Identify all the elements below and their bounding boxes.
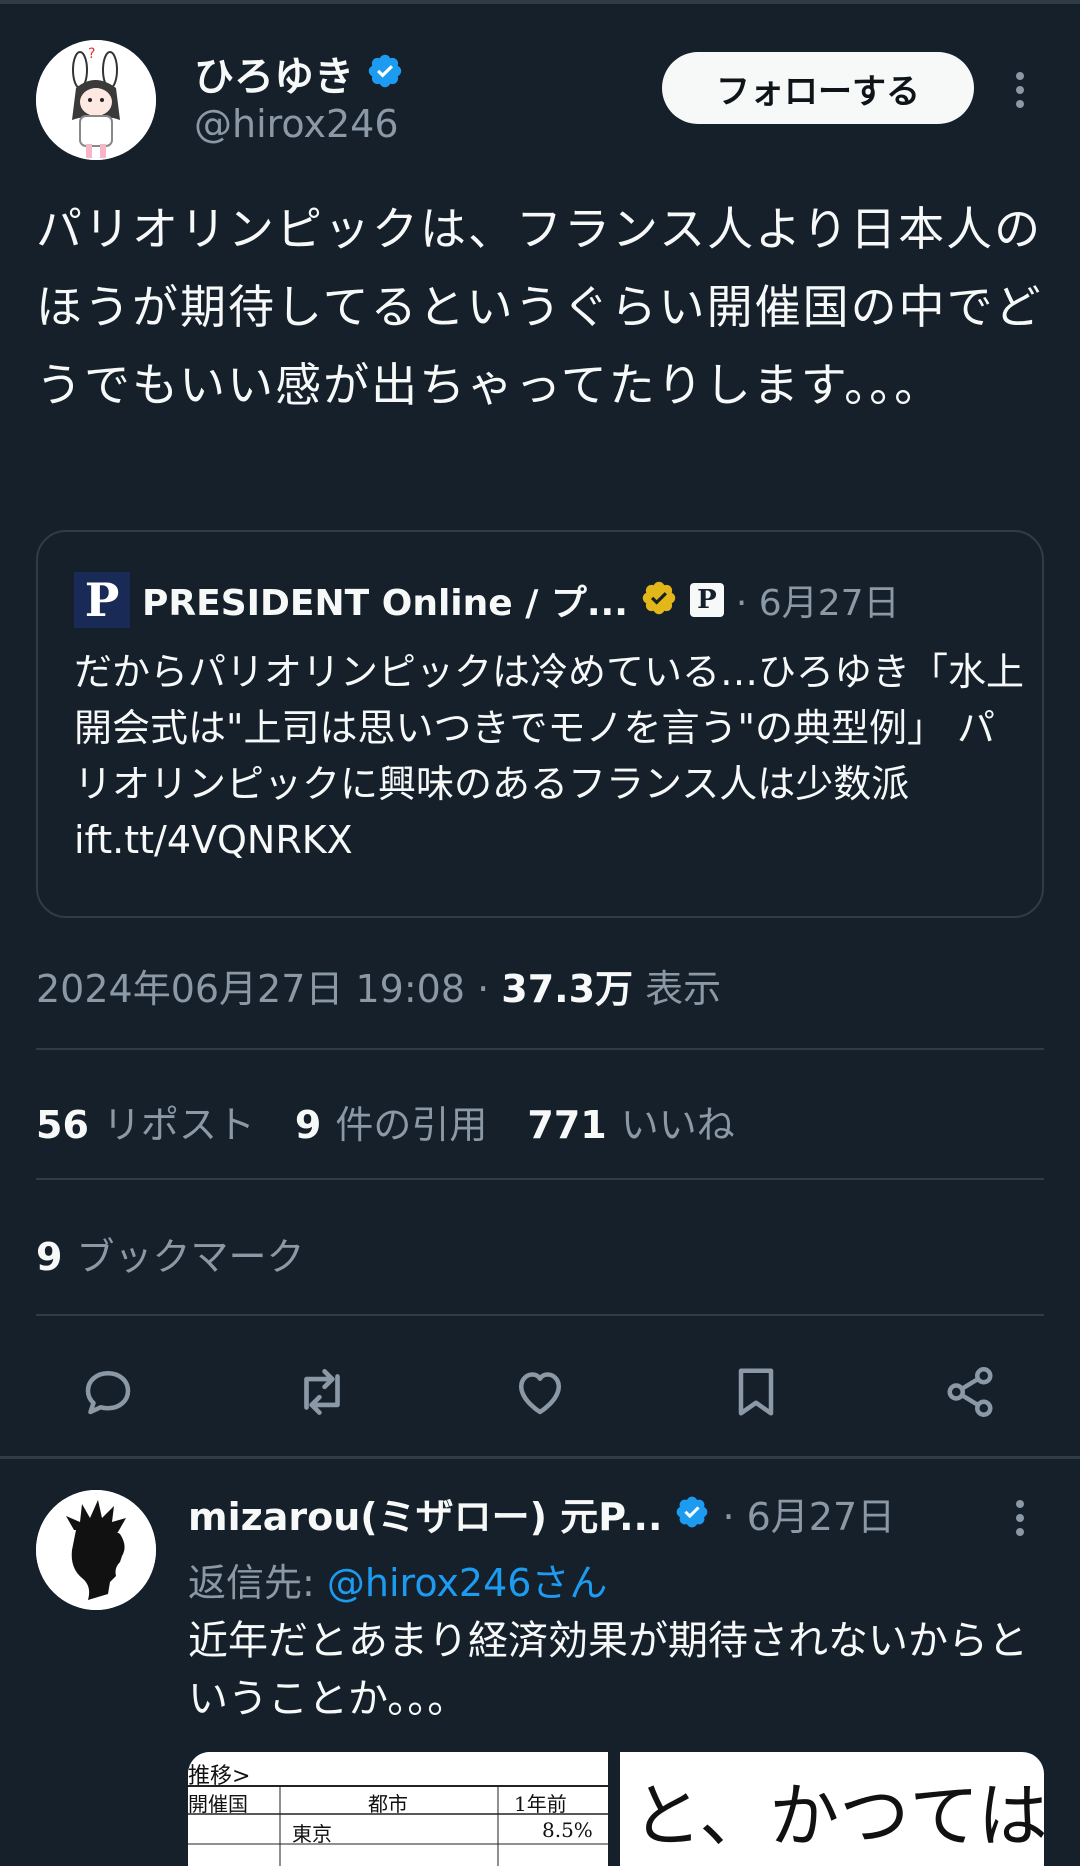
reply-to-line: 返信先: @hirox246さん [188,1552,607,1607]
reply-to-mention[interactable]: @hirox246さん [327,1561,608,1605]
reposts-label: リポスト [102,1103,255,1147]
tweet-timestamp[interactable]: 2024年06月27日 19:08 · [36,967,501,1011]
top-divider [0,0,1080,4]
reply-date[interactable]: · 6月27日 [722,1486,895,1541]
author-name-row: ひろゆき [194,44,404,102]
tweet-text: パリオリンピックは、フランス人より日本人のほうが期待してるというぐらい開催国の中… [36,202,1043,412]
views-label: 表示 [645,967,722,1011]
verified-badge-icon [674,1494,710,1534]
quoted-tweet-date: · 6月27日 [735,583,900,624]
reposts-stat[interactable]: 56 リポスト [36,1094,255,1149]
svg-text:?: ? [88,46,95,62]
more-icon[interactable] [1000,66,1040,114]
divider [36,1178,1044,1180]
reply-media-table-image[interactable]: 推移> 開催国 都市 1年前 東京 8.5% [188,1752,608,1866]
quoted-tweet-card[interactable]: P PRESIDENT Online / プ... P · 6月27日 だからパ… [36,530,1044,918]
bookmarks-count: 9 [36,1235,63,1279]
section-divider [0,1456,1080,1459]
affiliate-badge: P [689,583,724,617]
table-caption: 推移> [188,1764,251,1789]
quoted-tweet-header: P PRESIDENT Online / プ... P · 6月27日 [74,572,900,628]
reply-to-label: 返信先: [188,1561,327,1605]
bookmarks-stat[interactable]: 9 ブックマーク [36,1226,304,1281]
divider [36,1048,1044,1050]
share-icon[interactable] [938,1360,1002,1424]
table-cell-value: 8.5% [542,1818,593,1842]
quotes-count: 9 [294,1103,322,1147]
more-icon[interactable] [1000,1494,1040,1542]
author-display-name[interactable]: ひろゆき [194,44,354,102]
reply-media-text-image[interactable]: と、かつては [620,1752,1044,1866]
quotes-stat[interactable]: 9 件の引用 [295,1094,487,1149]
engagement-stats: 56 リポスト 9 件の引用 771 いいね [36,1094,735,1149]
reply-author-name[interactable]: mizarou(ミザロー) 元P... [188,1486,662,1541]
media-caption: と、かつては [632,1775,1044,1857]
quoted-tweet-text: だからパリオリンピックは冷めている…ひろゆき「水上開会式は"上司は思いつきでモノ… [74,650,1025,862]
reply-icon[interactable] [76,1360,140,1424]
likes-label: いいね [620,1103,735,1147]
table-cell-city: 東京 [292,1822,332,1846]
bookmark-icon[interactable] [724,1360,788,1424]
reply-header: mizarou(ミザロー) 元P... · 6月27日 [188,1486,895,1541]
divider [36,1314,1044,1316]
repost-icon[interactable] [290,1360,354,1424]
table-header-country: 開催国 [188,1792,248,1816]
bookmarks-label: ブックマーク [76,1235,305,1279]
like-icon[interactable] [508,1360,572,1424]
gold-verified-badge-icon [640,579,678,621]
quotes-label: 件の引用 [335,1103,488,1147]
author-avatar[interactable]: ? [36,40,156,160]
table-header-city: 都市 [368,1792,408,1816]
author-handle[interactable]: @hirox246 [194,102,399,146]
tweet-meta: 2024年06月27日 19:08 · 37.3万 表示 [36,958,721,1013]
reply-text: 近年だとあまり経済効果が期待されないからということか。。。 [188,1618,1028,1722]
likes-stat[interactable]: 771 いいね [527,1094,734,1149]
quoted-author-name: PRESIDENT Online / プ... [142,583,628,624]
reply-author-avatar[interactable] [36,1490,156,1610]
verified-badge-icon [366,52,404,94]
follow-button[interactable]: フォローする [662,52,974,124]
reposts-count: 56 [36,1103,89,1147]
action-bar [0,1350,1080,1430]
table-header-year: 1年前 [514,1792,567,1816]
president-logo: P [74,572,130,628]
views-count: 37.3万 [501,967,634,1011]
likes-count: 771 [527,1103,607,1147]
